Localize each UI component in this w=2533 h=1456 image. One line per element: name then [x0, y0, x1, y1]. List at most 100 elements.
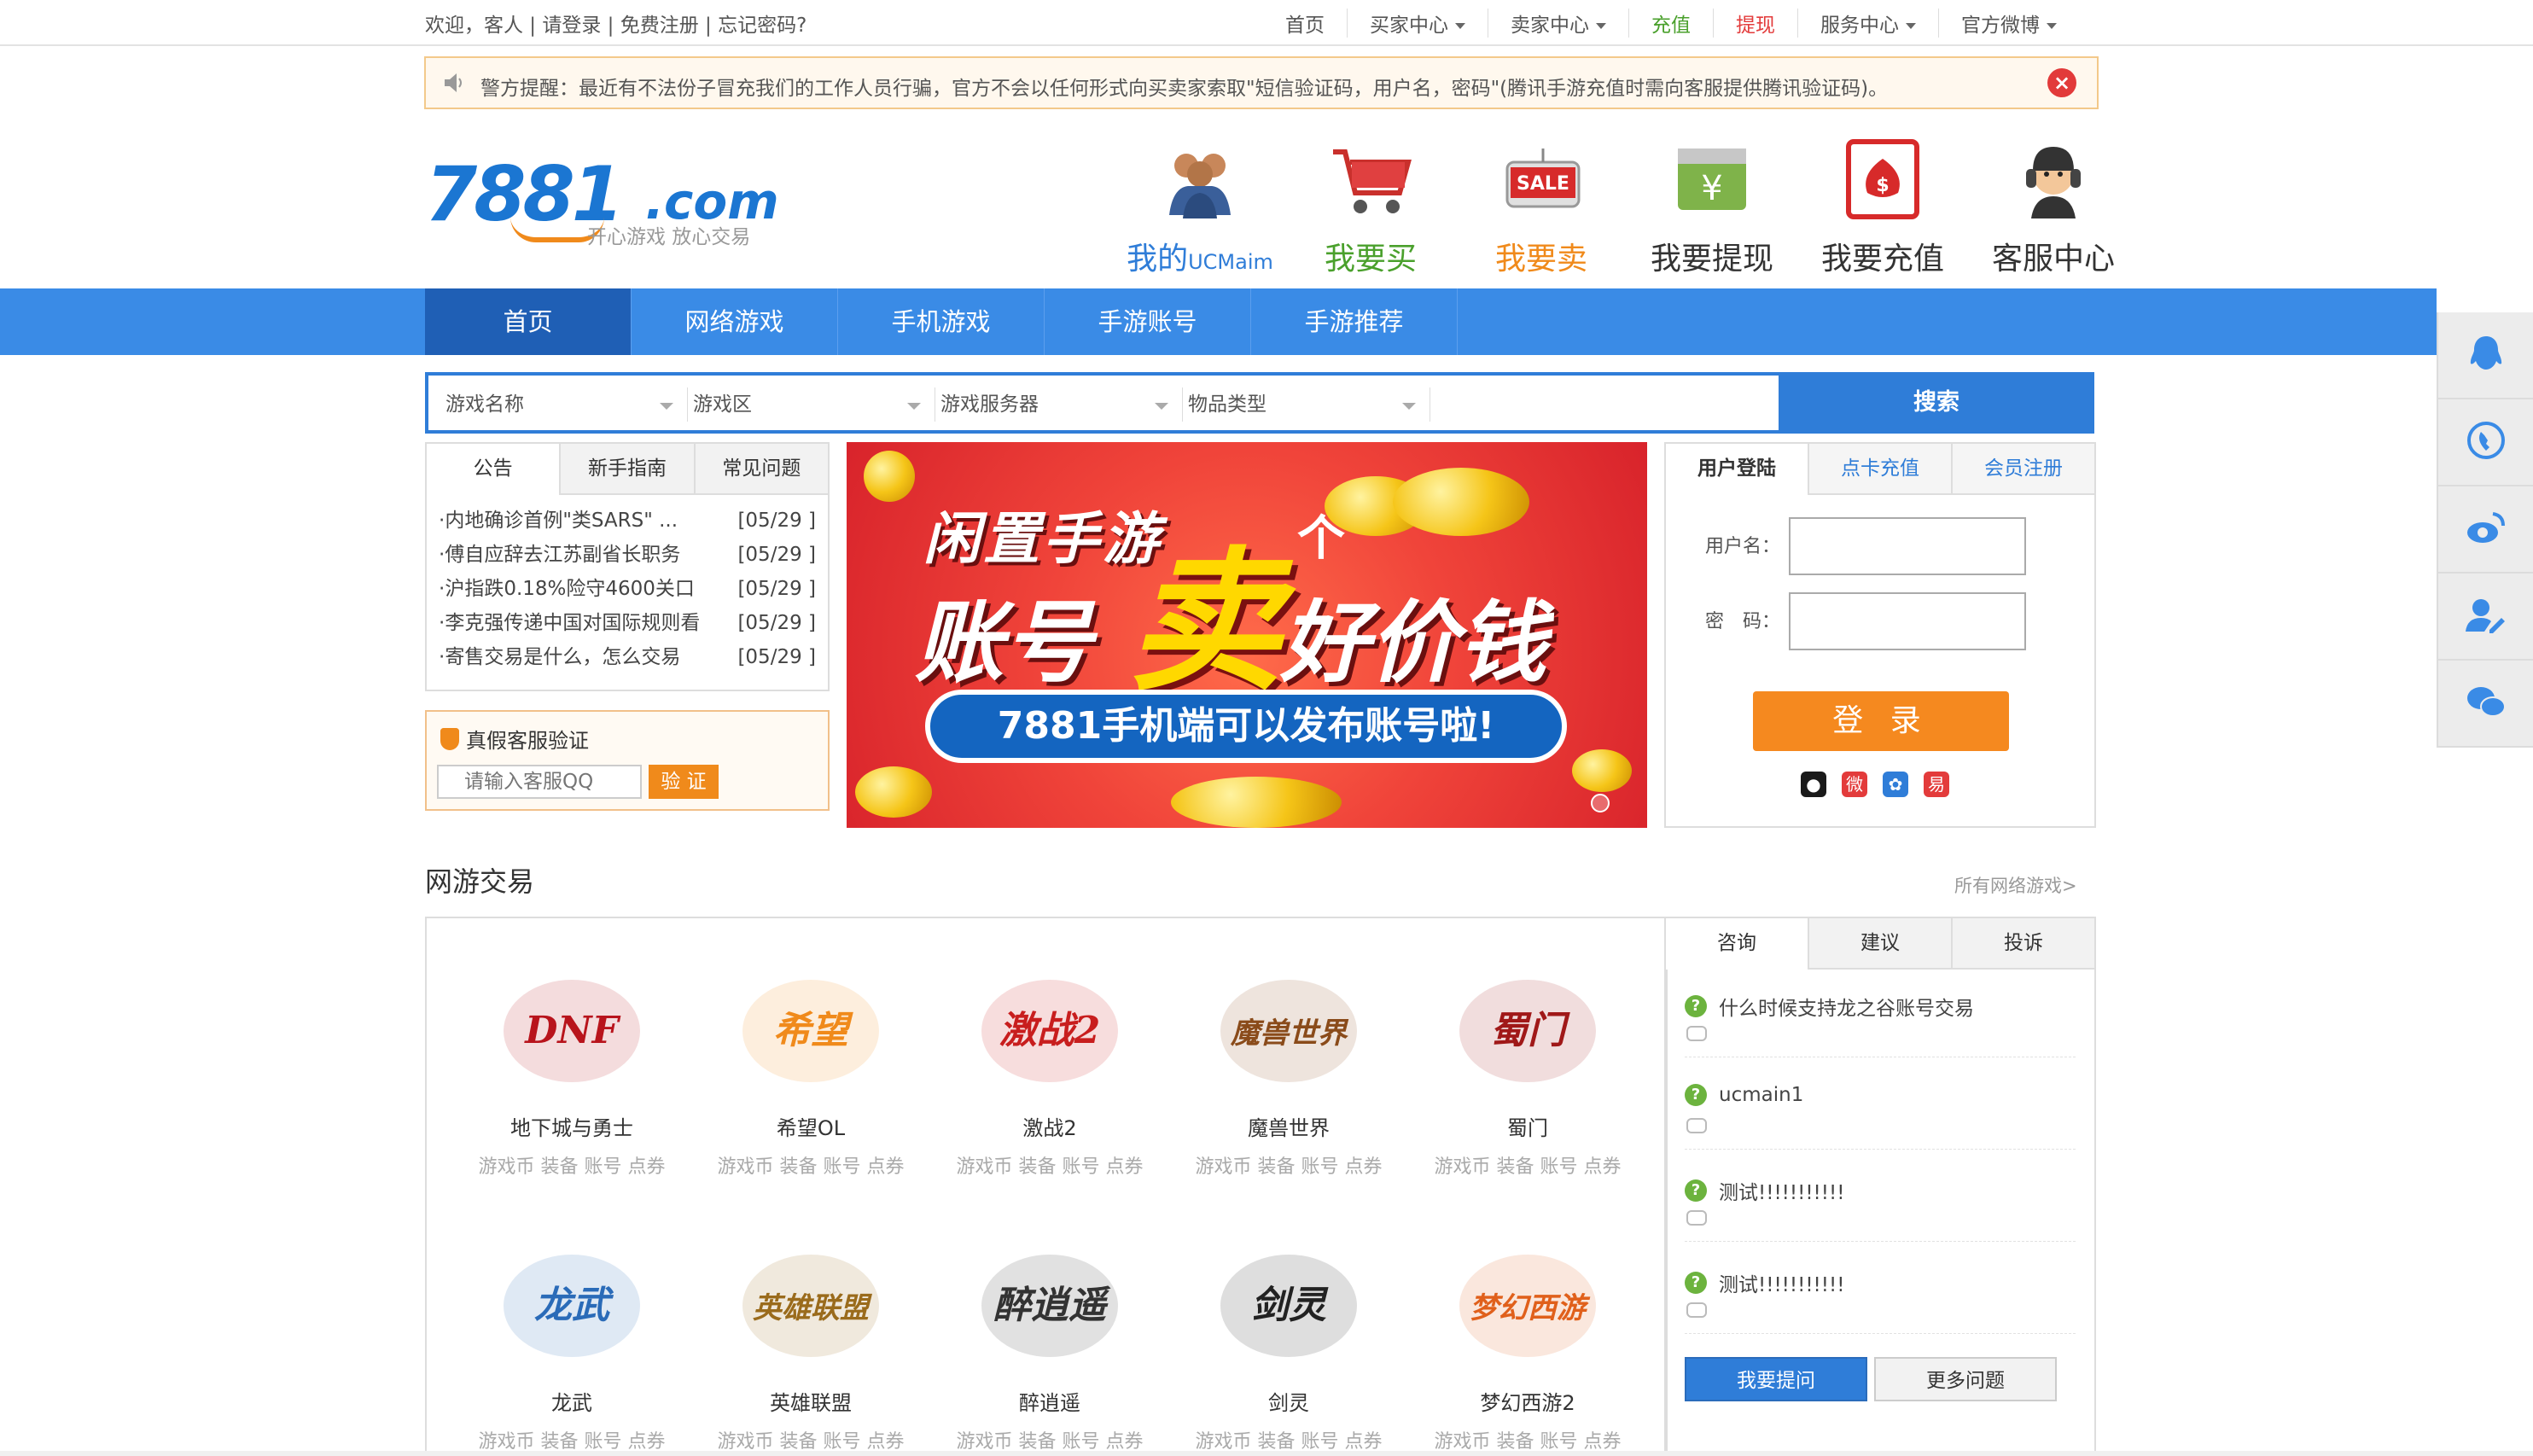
weibo-icon[interactable]: 微: [1842, 772, 1867, 797]
news-date: [05/29 ]: [737, 544, 816, 566]
float-user-edit-button[interactable]: [2438, 574, 2533, 661]
carousel-dot[interactable]: [1591, 794, 1610, 812]
quicklink-6[interactable]: 客服中心: [1968, 137, 2139, 278]
chevron-down-icon: [2047, 23, 2057, 29]
quicklink-5[interactable]: $ 我要充值: [1797, 137, 1968, 278]
game-tile[interactable]: 英雄联盟 英雄联盟 游戏币 装备 账号 点券: [691, 1238, 930, 1453]
quick-links: 我的UCMaim 我要买 SALE 我要卖 ¥ 我要提现 $ 我要充值 客服中心: [1115, 137, 2139, 278]
top-nav-item[interactable]: 官方微博: [1939, 9, 2079, 38]
qa-item[interactable]: ? 测试!!!!!!!!!!!: [1685, 1176, 1844, 1205]
news-title-text: 沪指跌0.18%险守4600关口: [445, 578, 695, 600]
login-tab[interactable]: 用户登陆: [1666, 444, 1808, 495]
login-panel: 用户登陆 点卡充值 会员注册 用户名： 密 码： 登 录 ● 微 ✿ 易: [1664, 442, 2096, 828]
game-tile[interactable]: 剑灵 剑灵 游戏币 装备 账号 点券: [1169, 1238, 1408, 1453]
top-nav-item[interactable]: 首页: [1263, 9, 1348, 38]
game-tile[interactable]: 希望 希望OL 游戏币 装备 账号 点券: [691, 963, 930, 1179]
svg-text:剑灵: 剑灵: [1251, 1284, 1329, 1327]
chevron-down-icon: [1906, 23, 1916, 29]
warning-banner: 警方提醒：最近有不法份子冒充我们的工作人员行骗，官方不会以任何形式向买卖家索取"…: [424, 56, 2099, 109]
svg-text:¥: ¥: [1701, 169, 1722, 208]
top-nav-item[interactable]: 卖家中心: [1488, 9, 1629, 38]
game-tile[interactable]: 龙武 龙武 游戏币 装备 账号 点券: [452, 1238, 691, 1453]
qa-item[interactable]: ? ucmain1: [1685, 1084, 1803, 1106]
login-tab[interactable]: 会员注册: [1951, 444, 2094, 493]
tab-notice[interactable]: 常见问题: [693, 444, 828, 493]
game-name: 激战2: [1022, 1116, 1077, 1140]
banner-sell: 卖: [1128, 533, 1283, 712]
nav-item[interactable]: 手机游戏: [838, 288, 1045, 355]
svg-text:$: $: [1876, 175, 1889, 196]
baidu-icon[interactable]: ✿: [1883, 772, 1908, 797]
float-phone-button[interactable]: [2438, 399, 2533, 486]
news-item[interactable]: ·内地确诊首例"类SARS" ... [05/29 ]: [439, 504, 816, 538]
game-name: 龙武: [551, 1391, 592, 1415]
news-title-text: 李克强传递中国对国际规则看: [445, 612, 701, 634]
top-nav-label: 首页: [1285, 15, 1325, 37]
quicklink-3[interactable]: SALE 我要卖: [1456, 137, 1627, 278]
game-tile[interactable]: DNF 地下城与勇士 游戏币 装备 账号 点券: [452, 963, 691, 1179]
quicklink-1[interactable]: 我的UCMaim: [1115, 137, 1285, 278]
qq-icon[interactable]: ●: [1801, 772, 1826, 797]
qa-tab[interactable]: 建议: [1808, 918, 1951, 968]
nav-item[interactable]: 首页: [425, 288, 632, 355]
search-select[interactable]: 物品类型: [1188, 387, 1430, 422]
top-nav-item[interactable]: 买家中心: [1348, 9, 1488, 38]
coin-icon: [1572, 749, 1632, 792]
search-select[interactable]: 游戏服务器: [940, 387, 1183, 422]
game-tile[interactable]: 魔兽世界 魔兽世界 游戏币 装备 账号 点券: [1169, 963, 1408, 1179]
game-tile[interactable]: 蜀门 蜀门 游戏币 装备 账号 点券: [1408, 963, 1647, 1179]
game-tile[interactable]: 醉逍遥 醉逍遥 游戏币 装备 账号 点券: [930, 1238, 1169, 1453]
tab-notice[interactable]: 新手指南: [559, 444, 694, 493]
promo-banner[interactable]: 闲置手游 账号 好价钱 卖 个 7881手机端可以发布账号啦!: [847, 442, 1647, 828]
svg-text:梦幻西游: 梦幻西游: [1470, 1291, 1591, 1325]
top-nav-label: 服务中心: [1820, 15, 1899, 37]
ask-question-button[interactable]: 我要提问: [1685, 1357, 1867, 1401]
password-input[interactable]: [1789, 592, 2026, 650]
game-logo: 醉逍遥: [973, 1238, 1127, 1374]
qa-item[interactable]: ? 什么时候支持龙之谷账号交易: [1685, 992, 1974, 1021]
netease-icon[interactable]: 易: [1924, 772, 1949, 797]
tab-notice[interactable]: 公告: [427, 444, 560, 495]
search-select[interactable]: 游戏名称: [445, 387, 688, 422]
top-nav-item[interactable]: 充值: [1629, 9, 1714, 38]
game-logo: 希望: [734, 963, 888, 1099]
more-questions-button[interactable]: 更多问题: [1874, 1357, 2057, 1401]
username-input[interactable]: [1789, 517, 2026, 575]
top-nav: 首页 买家中心 卖家中心 充值 提现 服务中心 官方微博: [1263, 9, 2079, 38]
select-label: 物品类型: [1188, 393, 1266, 416]
qq-input[interactable]: [437, 765, 642, 799]
site-logo[interactable]: 7881 .com 开心游戏 放心交易: [425, 150, 783, 253]
all-games-link[interactable]: 所有网络游戏>: [1954, 872, 2077, 898]
game-tags: 游戏币 装备 账号 点券: [478, 1431, 666, 1453]
close-icon[interactable]: ×: [2047, 68, 2076, 97]
verify-button[interactable]: 验 证: [649, 765, 719, 799]
login-tab[interactable]: 点卡充值: [1808, 444, 1951, 493]
float-qq-button[interactable]: [2438, 312, 2533, 399]
nav-item[interactable]: 手游账号: [1045, 288, 1251, 355]
game-tile[interactable]: 梦幻西游 梦幻西游2 游戏币 装备 账号 点券: [1408, 1238, 1647, 1453]
welcome-links[interactable]: 欢迎，客人 | 请登录 | 免费注册 | 忘记密码?: [425, 9, 806, 38]
news-item[interactable]: ·沪指跌0.18%险守4600关口 [05/29 ]: [439, 572, 816, 606]
news-item[interactable]: ·李克强传递中国对国际规则看 [05/29 ]: [439, 606, 816, 640]
float-weibo-button[interactable]: [2438, 486, 2533, 574]
game-tags: 游戏币 装备 账号 点券: [717, 1156, 905, 1178]
game-tags: 游戏币 装备 账号 点券: [1195, 1156, 1383, 1178]
game-tile[interactable]: 激战2 激战2 游戏币 装备 账号 点券: [930, 963, 1169, 1179]
qa-tab[interactable]: 咨询: [1666, 918, 1808, 970]
login-button[interactable]: 登 录: [1753, 691, 2009, 751]
quicklink-label: 我要买: [1285, 234, 1456, 278]
nav-item[interactable]: 手游推荐: [1251, 288, 1458, 355]
float-wechat-button[interactable]: [2438, 661, 2533, 748]
search-button[interactable]: 搜索: [1779, 372, 2094, 434]
qa-item[interactable]: ? 测试!!!!!!!!!!!: [1685, 1268, 1844, 1297]
news-item[interactable]: ·寄售交易是什么，怎么交易 [05/29 ]: [439, 640, 816, 674]
top-nav-item[interactable]: 提现: [1714, 9, 1798, 38]
quicklink-2[interactable]: 我要买: [1285, 137, 1456, 278]
news-item[interactable]: ·傅自应辞去江苏副省长职务 [05/29 ]: [439, 538, 816, 572]
page-bottom-line: [0, 1451, 2533, 1456]
qa-tab[interactable]: 投诉: [1951, 918, 2094, 968]
quicklink-4[interactable]: ¥ 我要提现: [1627, 137, 1797, 278]
top-nav-item[interactable]: 服务中心: [1798, 9, 1939, 38]
search-select[interactable]: 游戏区: [693, 387, 935, 422]
nav-item[interactable]: 网络游戏: [632, 288, 838, 355]
